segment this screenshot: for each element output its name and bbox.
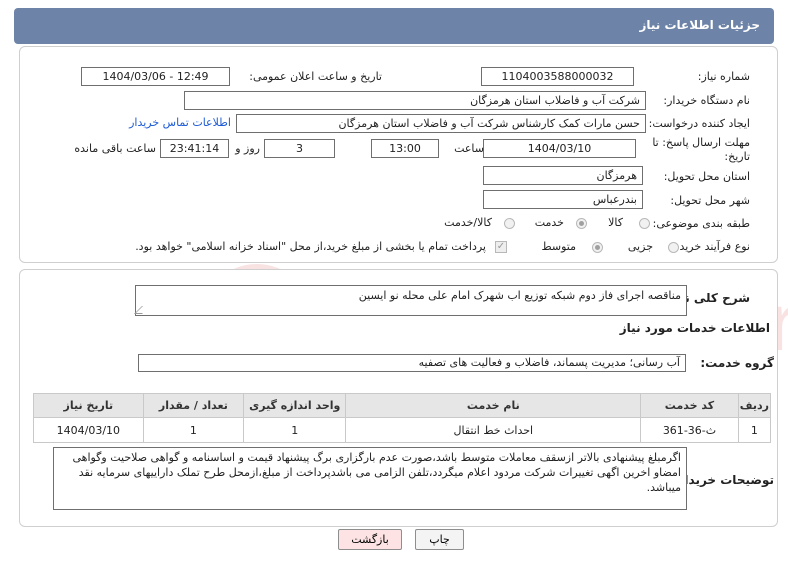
deadline-date-field: 1404/03/10 xyxy=(483,139,636,158)
services-table: ردیف کد خدمت نام خدمت واحد اندازه گیری ت… xyxy=(33,393,772,443)
deadline-label: مهلت ارسال پاسخ: تا تاریخ: xyxy=(652,136,750,163)
city-label: شهر محل تحویل: xyxy=(670,194,750,207)
need-number-label: شماره نیاز: xyxy=(697,70,750,83)
buyer-org-field: شرکت آب و فاضلاب استان هرمزگان xyxy=(184,91,646,110)
services-table-header: ردیف کد خدمت نام خدمت واحد اندازه گیری ت… xyxy=(33,393,772,418)
days-label: روز و xyxy=(235,142,260,155)
service-group-field: آب رسانی؛ مدیریت پسماند، فاضلاب و فعالیت… xyxy=(138,354,686,372)
cell-unit: 1 xyxy=(243,417,347,443)
process-option-medium: متوسط xyxy=(541,240,576,253)
buyer-contact-link[interactable]: اطلاعات تماس خریدار xyxy=(129,116,231,129)
treasury-note: پرداخت تمام یا بخشی از مبلغ خرید،از محل … xyxy=(135,240,486,253)
cell-service-code: ث-36-361 xyxy=(640,417,739,443)
cell-service-name: احداث خط انتقال xyxy=(345,417,642,443)
print-button[interactable]: چاپ xyxy=(415,529,464,550)
announce-datetime-label: تاریخ و ساعت اعلان عمومی: xyxy=(249,70,382,83)
category-radio-goods-service[interactable] xyxy=(504,218,515,229)
category-radio-service[interactable] xyxy=(576,218,587,229)
table-row: 1 ث-36-361 احداث خط انتقال 1 1 1404/03/1… xyxy=(33,417,772,443)
buyer-notes-field: اگرمبلغ پیشنهادی بالاتر ازسقف معاملات مت… xyxy=(53,447,687,510)
announce-datetime-field: 1404/03/06 - 12:49 xyxy=(81,67,230,86)
process-type-label: نوع فرآیند خرید : xyxy=(672,240,750,253)
requester-field: حسن مارات کمک کارشناس شرکت آب و فاضلاب ا… xyxy=(236,114,646,133)
back-button[interactable]: بازگشت xyxy=(338,529,402,550)
requester-label: ایجاد کننده درخواست: xyxy=(648,117,750,130)
process-radio-minor[interactable] xyxy=(668,242,679,253)
cell-row: 1 xyxy=(737,417,772,443)
col-need-date: تاریخ نیاز xyxy=(33,393,144,418)
page-header: جزئیات اطلاعات نیاز xyxy=(14,8,774,44)
process-option-minor: جزیی xyxy=(627,240,653,253)
col-unit: واحد اندازه گیری xyxy=(243,393,347,418)
service-group-label: گروه خدمت: xyxy=(700,356,774,370)
buyer-org-label: نام دستگاه خریدار: xyxy=(663,94,750,107)
category-option-goods: کالا xyxy=(608,216,623,229)
services-section-title: اطلاعات خدمات مورد نیاز xyxy=(619,321,770,335)
category-option-service: خدمت xyxy=(534,216,564,229)
col-service-name: نام خدمت xyxy=(345,393,642,418)
deadline-time-field: 13:00 xyxy=(371,139,439,158)
buyer-notes-label: توضیحات خریدار: xyxy=(672,473,774,487)
col-service-code: کد خدمت xyxy=(640,393,739,418)
summary-field: مناقصه اجرای فاز دوم شبکه توزیع اب شهرک … xyxy=(135,285,687,316)
city-field: بندرعباس xyxy=(483,190,643,209)
cell-quantity: 1 xyxy=(142,417,245,443)
process-radio-medium[interactable] xyxy=(592,242,603,253)
province-field: هرمزگان xyxy=(483,166,643,185)
category-label: طبقه بندی موضوعی: xyxy=(652,217,750,230)
col-row: ردیف xyxy=(737,393,772,418)
days-remaining-field: 3 xyxy=(264,139,335,158)
need-number-field: 1104003588000032 xyxy=(481,67,634,86)
col-quantity: تعداد / مقدار xyxy=(142,393,245,418)
remaining-time-field: 23:41:14 xyxy=(160,139,229,158)
category-option-goods-service: کالا/خدمت xyxy=(444,216,492,229)
remaining-time-label: ساعت باقی مانده xyxy=(74,142,156,155)
cell-need-date: 1404/03/10 xyxy=(33,417,144,443)
page-title: جزئیات اطلاعات نیاز xyxy=(639,18,760,32)
deadline-time-label: ساعت xyxy=(454,142,484,155)
province-label: استان محل تحویل: xyxy=(663,170,750,183)
category-radio-goods[interactable] xyxy=(639,218,650,229)
treasury-checkbox[interactable]: ✓ xyxy=(495,241,507,253)
